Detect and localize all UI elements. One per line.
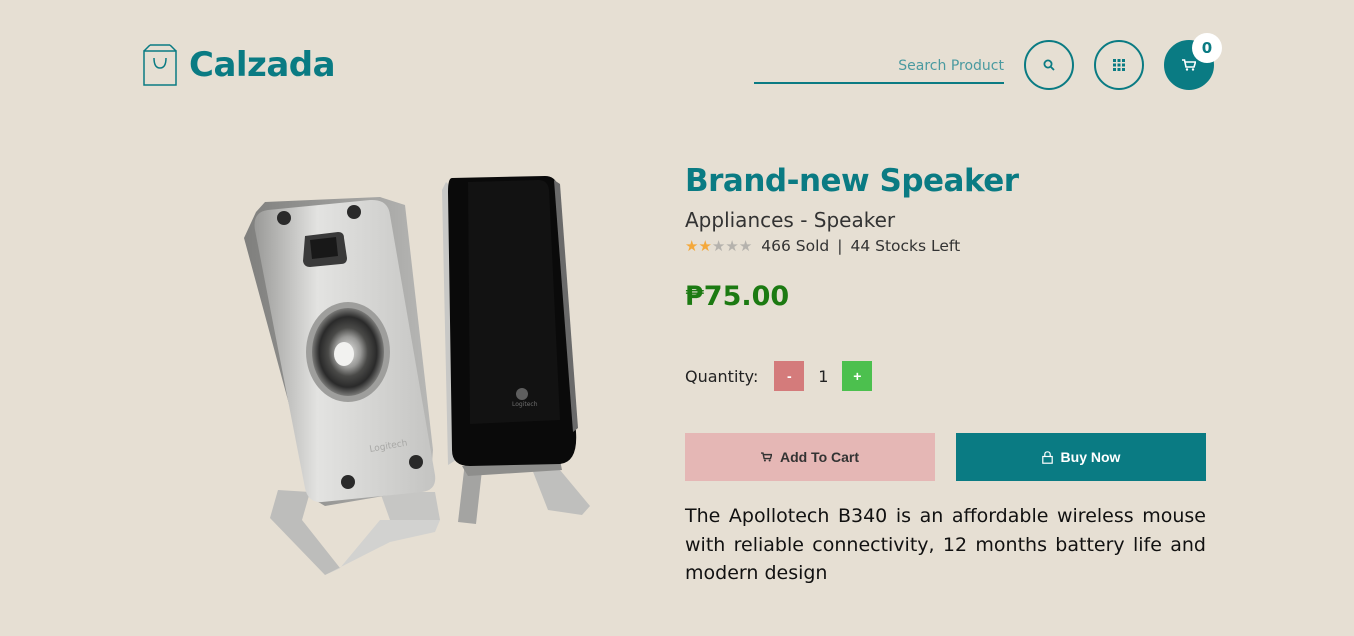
stock-count: 44 Stocks Left	[850, 237, 961, 255]
product-price: ₱75.00	[685, 281, 790, 312]
logo[interactable]: Calzada	[143, 44, 336, 86]
product-category: Appliances - Speaker	[685, 208, 896, 232]
cart-icon	[1182, 59, 1196, 71]
add-to-cart-label: Add To Cart	[779, 449, 860, 465]
grid-icon	[1113, 59, 1125, 71]
cart-icon	[760, 452, 772, 462]
logo-text: Calzada	[189, 45, 336, 85]
product-meta: ★ ★ ★ ★ ★ 466 Sold | 44 Stocks Left	[685, 237, 960, 255]
quantity-value: 1	[818, 366, 829, 386]
meta-separator: |	[837, 237, 843, 255]
search-input[interactable]	[754, 52, 1004, 80]
product-title: Brand-new Speaker	[685, 163, 1019, 199]
star-icon: ★	[698, 236, 712, 255]
buy-now-button[interactable]: Buy Now	[956, 433, 1206, 481]
cart-count-badge: 0	[1192, 33, 1222, 63]
quantity-increase-button[interactable]: +	[842, 361, 873, 391]
lock-icon	[1041, 450, 1053, 464]
star-icon: ★	[711, 236, 726, 255]
search-icon	[1043, 59, 1055, 71]
product-image: Logitech Logitech	[244, 176, 590, 575]
sold-count: 466 Sold	[761, 237, 830, 255]
star-icon: ★	[738, 236, 753, 255]
rating-stars: ★ ★ ★ ★ ★	[685, 236, 753, 255]
product-description: The Apollotech B340 is an affordable wir…	[685, 505, 1206, 584]
quantity-label: Quantity:	[685, 366, 759, 386]
quantity-stepper: Quantity: - 1 +	[685, 361, 873, 391]
svg-text:Logitech: Logitech	[512, 401, 538, 408]
apps-menu-button[interactable]	[1094, 40, 1144, 90]
quantity-decrease-button[interactable]: -	[774, 361, 805, 391]
add-to-cart-button[interactable]: Add To Cart	[685, 433, 935, 481]
shopping-bag-icon	[143, 44, 177, 86]
search-button[interactable]	[1024, 40, 1074, 90]
star-icon: ★	[725, 236, 739, 255]
buy-now-label: Buy Now	[1060, 449, 1121, 465]
search-box	[754, 52, 1004, 84]
star-icon: ★	[685, 236, 699, 255]
